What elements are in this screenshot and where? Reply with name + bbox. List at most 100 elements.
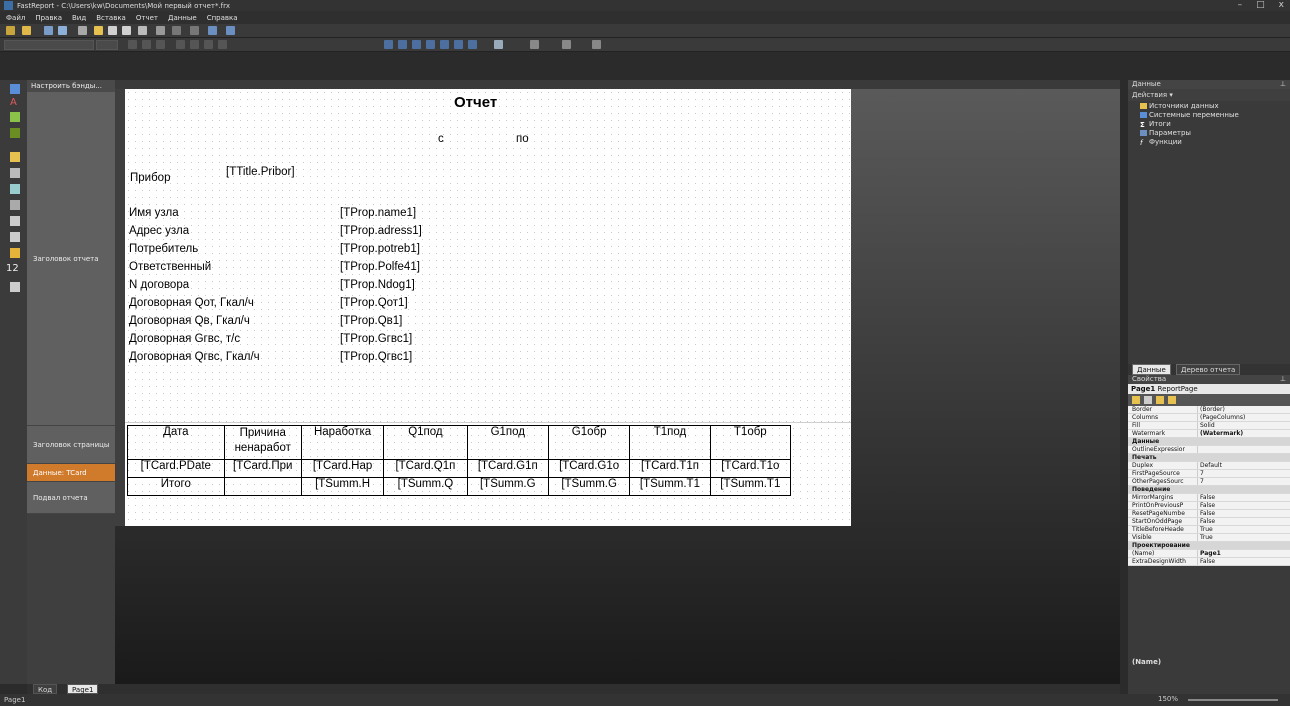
info-label-consumer[interactable]: Потребитель	[129, 243, 198, 255]
band-data-tcard[interactable]: Данные: TCard	[27, 464, 115, 482]
picture-tool-icon[interactable]	[10, 112, 20, 122]
property-row[interactable]: Watermark (Watermark)	[1128, 430, 1290, 438]
property-value[interactable]: True	[1198, 526, 1290, 533]
tab-data[interactable]: Данные	[1132, 364, 1171, 375]
property-row[interactable]: Duplex Default	[1128, 462, 1290, 470]
summary-cell[interactable]: [TSumm.G	[547, 477, 631, 496]
info-label-qgvs[interactable]: Договорная Qгвс, Гкал/ч	[129, 351, 260, 363]
header-cell[interactable]: Причина ненаработ	[223, 425, 302, 460]
categorized-icon[interactable]	[1132, 396, 1140, 404]
property-value[interactable]: 7	[1198, 478, 1290, 485]
checkbox-tool-icon[interactable]	[10, 232, 20, 242]
summary-cell[interactable]: [TSumm.Q	[383, 477, 468, 496]
pin-icon[interactable]: ⊥	[1280, 375, 1286, 384]
fill-color-icon[interactable]	[494, 40, 503, 49]
data-cell[interactable]: [TCard.T1о	[709, 459, 792, 478]
data-cell[interactable]: [TCard.PDate	[127, 459, 225, 478]
cellular-text-tool-icon[interactable]	[10, 282, 20, 292]
events-icon[interactable]	[1168, 396, 1176, 404]
barcode-tool-icon[interactable]	[10, 200, 20, 210]
property-row[interactable]: TitleBeforeHeade True	[1128, 526, 1290, 534]
header-cell[interactable]: Наработка	[300, 425, 385, 460]
property-value[interactable]: Default	[1198, 462, 1290, 469]
header-cell[interactable]: T1обр	[709, 425, 792, 460]
tab-report-tree[interactable]: Дерево отчета	[1176, 364, 1241, 375]
border-all-icon[interactable]	[440, 40, 449, 49]
device-value[interactable]: [TTitle.Pribor]	[226, 166, 295, 178]
property-category[interactable]: Проектирование	[1128, 542, 1290, 550]
copy-icon[interactable]	[122, 26, 131, 35]
justify-icon[interactable]	[218, 40, 227, 49]
pin-icon[interactable]: ⊥	[1280, 80, 1286, 89]
object-selector[interactable]: Page1 ReportPage	[1128, 384, 1290, 394]
summary-cell[interactable]: [TSumm.T1	[629, 477, 711, 496]
line-tool-icon[interactable]	[10, 128, 20, 138]
header-cell[interactable]: G1под	[466, 425, 549, 460]
menu-insert[interactable]: Вставка	[96, 14, 126, 22]
tree-item-functions[interactable]: f Функции	[1128, 138, 1290, 147]
properties-icon[interactable]	[1156, 396, 1164, 404]
info-label-qv[interactable]: Договорная Qв, Гкал/ч	[129, 315, 250, 327]
property-row[interactable]: FirstPageSource 7	[1128, 470, 1290, 478]
ungroup-icon[interactable]	[226, 26, 235, 35]
property-value[interactable]: (PageColumns)	[1198, 414, 1290, 421]
border-none-icon[interactable]	[454, 40, 463, 49]
new-report-icon[interactable]	[6, 26, 15, 35]
configure-bands-button[interactable]: Настроить бэнды...	[27, 80, 115, 92]
sort-az-icon[interactable]	[1144, 396, 1152, 404]
property-category[interactable]: Поведение	[1128, 486, 1290, 494]
property-row[interactable]: OutlineExpressior	[1128, 446, 1290, 454]
band-page-header[interactable]: Заголовок страницы	[27, 426, 115, 464]
property-value[interactable]: False	[1198, 494, 1290, 501]
summary-cell[interactable]	[223, 477, 302, 496]
zoom-level[interactable]: 150%	[1158, 695, 1178, 703]
device-label[interactable]: Прибор	[130, 172, 170, 184]
info-value-address[interactable]: [TProp.adress1]	[340, 225, 422, 237]
info-value-qv[interactable]: [TProp.Qв1]	[340, 315, 402, 327]
align-left-icon[interactable]	[176, 40, 185, 49]
save-icon[interactable]	[44, 26, 53, 35]
property-value[interactable]: Solid	[1198, 422, 1290, 429]
table-tool-icon[interactable]	[10, 168, 20, 178]
header-cell[interactable]: G1обр	[547, 425, 631, 460]
menu-view[interactable]: Вид	[72, 14, 86, 22]
info-value-qot[interactable]: [TProp.Qот1]	[340, 297, 408, 309]
border-top-icon[interactable]	[384, 40, 393, 49]
cut-icon[interactable]	[108, 26, 117, 35]
data-cell[interactable]: [TCard.T1п	[629, 459, 711, 478]
border-bottom-icon[interactable]	[398, 40, 407, 49]
menu-report[interactable]: Отчет	[136, 14, 158, 22]
info-label-responsible[interactable]: Ответственный	[129, 261, 211, 273]
property-row[interactable]: ExtraDesignWidth False	[1128, 558, 1290, 566]
zip-code-tool-icon[interactable]: 12	[6, 264, 19, 274]
info-value-qgvs[interactable]: [TProp.Qгвс1]	[340, 351, 412, 363]
shape-tool-icon[interactable]	[10, 216, 20, 226]
info-label-address[interactable]: Адрес узла	[129, 225, 189, 237]
property-value[interactable]: False	[1198, 510, 1290, 517]
info-label-ggvs[interactable]: Договорная Gгвс, т/с	[129, 333, 240, 345]
preview-icon[interactable]	[78, 26, 87, 35]
property-value[interactable]: (Watermark)	[1198, 430, 1290, 437]
info-value-ggvs[interactable]: [TProp.Gгвс1]	[340, 333, 412, 345]
summary-cell[interactable]: [TSumm.T1	[709, 477, 792, 496]
tree-item-totals[interactable]: Σ Итоги	[1128, 120, 1290, 129]
line-width-icon[interactable]	[562, 40, 571, 49]
property-category[interactable]: Печать	[1128, 454, 1290, 462]
actions-label[interactable]: Действия	[1132, 91, 1167, 99]
property-value[interactable]: False	[1198, 502, 1290, 509]
header-cell[interactable]: Дата	[127, 425, 225, 460]
summary-cell[interactable]: Итого	[127, 477, 225, 496]
bold-icon[interactable]	[128, 40, 137, 49]
info-label-qot[interactable]: Договорная Qот, Гкал/ч	[129, 297, 254, 309]
property-value[interactable]: False	[1198, 518, 1290, 525]
info-value-consumer[interactable]: [TProp.potreb1]	[340, 243, 420, 255]
property-row[interactable]: Fill Solid	[1128, 422, 1290, 430]
property-value[interactable]: 7	[1198, 470, 1290, 477]
menu-file[interactable]: Файл	[6, 14, 25, 22]
font-name-select[interactable]	[4, 40, 94, 50]
property-row[interactable]: StartOnOddPage False	[1128, 518, 1290, 526]
property-category[interactable]: Данные	[1128, 438, 1290, 446]
property-row[interactable]: MirrorMargins False	[1128, 494, 1290, 502]
line-style-icon[interactable]	[592, 40, 601, 49]
property-value[interactable]: False	[1198, 558, 1290, 565]
